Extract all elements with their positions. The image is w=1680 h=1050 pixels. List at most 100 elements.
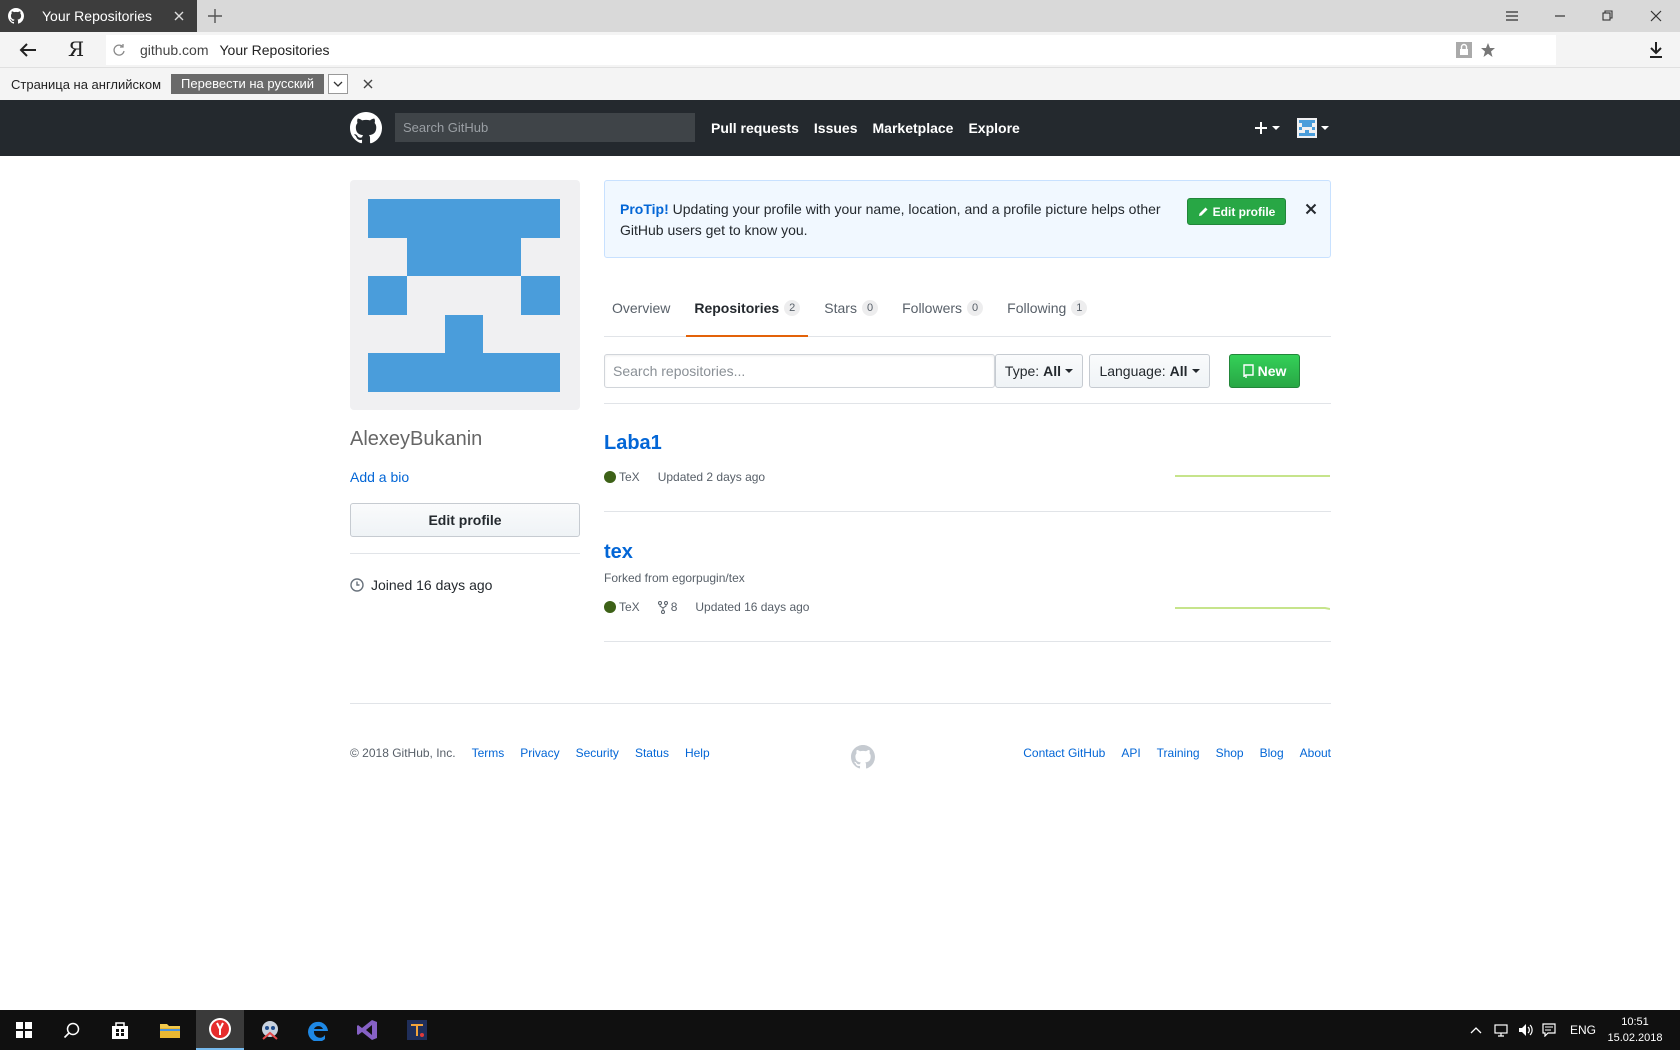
tab-following[interactable]: Following 1 — [999, 288, 1095, 337]
footer-divider — [350, 703, 1331, 704]
type-filter-dropdown[interactable]: Type: All — [995, 354, 1083, 388]
footer-link-about[interactable]: About — [1300, 746, 1331, 760]
taskbar-clock[interactable]: 10:51 15.02.2018 — [1600, 1014, 1670, 1046]
github-header: Pull requests Issues Marketplace Explore — [0, 100, 1680, 156]
tab-close-icon[interactable] — [171, 8, 187, 24]
footer-link-training[interactable]: Training — [1157, 746, 1200, 760]
repo-language: TeX — [619, 600, 640, 614]
nav-marketplace[interactable]: Marketplace — [873, 120, 954, 136]
notification-icon[interactable] — [1542, 1023, 1556, 1037]
taskbar-search-button[interactable] — [48, 1010, 96, 1050]
tab-stars[interactable]: Stars 0 — [816, 288, 886, 337]
repository-search-input[interactable] — [604, 354, 995, 388]
url-page-title: Your Repositories — [219, 42, 330, 58]
create-new-dropdown[interactable] — [1254, 118, 1284, 138]
protip-edit-profile-button[interactable]: Edit profile — [1187, 198, 1286, 225]
tab-label: Followers — [902, 300, 963, 316]
footer-right: Contact GitHub API Training Shop Blog Ab… — [1023, 746, 1331, 760]
profile-avatar[interactable] — [350, 180, 580, 410]
nav-issues[interactable]: Issues — [814, 120, 858, 136]
tab-overview[interactable]: Overview — [604, 288, 678, 337]
browser-tab[interactable]: Your Repositories — [0, 0, 197, 32]
translate-options-dropdown[interactable] — [328, 74, 349, 94]
taskbar-texstudio[interactable] — [393, 1010, 441, 1050]
github-footer-logo-icon[interactable] — [851, 745, 875, 769]
translate-button[interactable]: Перевести на русский — [171, 74, 325, 94]
joined-text: Joined 16 days ago — [371, 577, 493, 593]
language-filter-dropdown[interactable]: Language: All — [1089, 354, 1210, 388]
new-tab-plus-icon[interactable] — [206, 7, 224, 25]
start-button[interactable] — [0, 1010, 48, 1050]
add-bio-link[interactable]: Add a bio — [350, 469, 409, 485]
clock-date: 15.02.2018 — [1607, 1032, 1663, 1044]
caret-down-icon — [1065, 369, 1074, 373]
protip-message: Updating your profile with your name, lo… — [620, 201, 1161, 238]
user-menu-dropdown[interactable] — [1297, 118, 1333, 138]
footer-link-contact[interactable]: Contact GitHub — [1023, 746, 1105, 760]
taskbar-store[interactable] — [96, 1010, 144, 1050]
protip-banner: ProTip! Updating your profile with your … — [604, 180, 1331, 258]
tab-followers[interactable]: Followers 0 — [894, 288, 991, 337]
forks-count-link[interactable]: 8 — [657, 600, 677, 614]
repo-meta: TeX Updated 2 days ago — [604, 470, 765, 484]
taskbar-yandex-browser[interactable] — [196, 1010, 244, 1050]
github-search-input[interactable] — [395, 113, 695, 142]
footer-link-shop[interactable]: Shop — [1216, 746, 1244, 760]
back-arrow-icon[interactable] — [18, 41, 38, 59]
yandex-logo[interactable]: Я — [68, 37, 84, 61]
footer-link-security[interactable]: Security — [576, 746, 619, 760]
github-main-nav: Pull requests Issues Marketplace Explore — [711, 100, 1035, 156]
network-icon[interactable] — [1494, 1023, 1510, 1037]
reload-icon[interactable] — [112, 43, 126, 57]
system-tray: ENG — [1470, 1010, 1596, 1050]
clock-icon — [350, 578, 364, 592]
edit-profile-button[interactable]: Edit profile — [350, 503, 580, 537]
protip-text: ProTip! Updating your profile with your … — [620, 199, 1165, 241]
type-filter-label: Type: — [1004, 363, 1040, 379]
tab-repositories[interactable]: Repositories 2 — [686, 288, 809, 337]
browser-tab-bar: Your Repositories — [0, 0, 1680, 32]
repo-language: TeX — [619, 470, 640, 484]
tab-counter: 1 — [1071, 300, 1088, 316]
volume-icon[interactable] — [1518, 1023, 1534, 1037]
translate-close-icon[interactable] — [362, 78, 374, 90]
footer-link-status[interactable]: Status — [635, 746, 669, 760]
footer-link-privacy[interactable]: Privacy — [520, 746, 559, 760]
pencil-icon — [1198, 207, 1208, 216]
footer-link-api[interactable]: API — [1121, 746, 1140, 760]
repo-name-link[interactable]: tex — [604, 541, 633, 564]
yandex-browser-icon — [209, 1018, 231, 1040]
minimize-icon[interactable] — [1536, 0, 1584, 32]
chevron-up-icon[interactable] — [1470, 1026, 1482, 1034]
footer-link-terms[interactable]: Terms — [472, 746, 505, 760]
nav-pull-requests[interactable]: Pull requests — [711, 120, 799, 136]
github-logo-icon[interactable] — [350, 112, 382, 144]
taskbar-app[interactable] — [246, 1010, 294, 1050]
translate-message: Страница на английском — [11, 76, 162, 92]
caret-down-icon — [1191, 369, 1200, 373]
texstudio-icon — [407, 1020, 427, 1040]
url-field[interactable]: github.com Your Repositories — [106, 35, 1556, 65]
restore-icon[interactable] — [1584, 0, 1632, 32]
lock-icon[interactable] — [1456, 42, 1472, 58]
footer-link-help[interactable]: Help — [685, 746, 710, 760]
forked-from-text[interactable]: Forked from egorpugin/tex — [604, 571, 745, 585]
footer-link-blog[interactable]: Blog — [1260, 746, 1284, 760]
browser-menu-icon[interactable] — [1488, 0, 1536, 32]
new-repository-button[interactable]: New — [1229, 354, 1300, 388]
language-color-dot — [604, 471, 616, 483]
download-icon[interactable] — [1648, 41, 1664, 59]
divider — [350, 553, 580, 554]
input-language[interactable]: ENG — [1570, 1023, 1596, 1037]
taskbar-file-explorer[interactable] — [146, 1010, 194, 1050]
repo-name-link[interactable]: Laba1 — [604, 432, 662, 455]
tab-label: Stars — [824, 300, 857, 316]
taskbar-edge[interactable] — [295, 1010, 343, 1050]
nav-explore[interactable]: Explore — [968, 120, 1019, 136]
window-close-icon[interactable] — [1632, 0, 1680, 32]
store-bag-icon — [112, 1022, 128, 1039]
translate-bar: Страница на английском Перевести на русс… — [0, 68, 1680, 100]
taskbar-visual-studio[interactable] — [343, 1010, 391, 1050]
close-icon[interactable] — [1305, 203, 1317, 215]
bookmark-star-icon[interactable] — [1480, 42, 1496, 58]
